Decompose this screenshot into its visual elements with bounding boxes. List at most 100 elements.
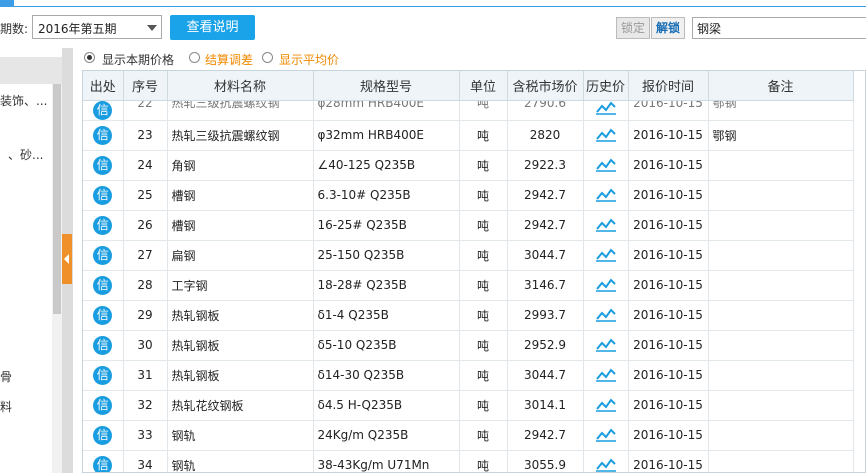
source-cell: 信 [83, 100, 124, 121]
material-name-cell: 槽钢 [167, 180, 314, 211]
info-badge-icon[interactable]: 信 [93, 100, 113, 119]
spec-cell: 16-25# Q235B [313, 210, 460, 241]
history-price-cell[interactable] [583, 180, 629, 211]
unit-cell: 吨 [459, 240, 508, 271]
show-average-label[interactable]: 显示平均价 [279, 51, 339, 68]
table-row[interactable]: 信 31 热轧钢板 δ14-30 Q235B 吨 3044.7 2016-10-15 [83, 360, 854, 391]
column-header[interactable]: 含税市场价 [507, 71, 584, 101]
table-row[interactable]: 信 25 槽钢 6.3-10# Q235B 吨 2942.7 2016-10-15 [83, 180, 854, 211]
material-name-cell: 钢轨 [167, 420, 314, 451]
table-row[interactable]: 信 30 热轧钢板 δ5-10 Q235B 吨 2952.9 2016-10-15 [83, 330, 854, 361]
tree-scrollbar-thumb[interactable] [53, 84, 61, 314]
column-header[interactable]: 报价时间 [628, 71, 709, 101]
search-input[interactable] [692, 17, 866, 39]
panel-splitter[interactable] [62, 48, 73, 473]
table-row[interactable]: 信 24 角钢 ∠40-125 Q235B 吨 2922.3 2016-10-15 [83, 150, 854, 181]
price-cell: 3044.7 [507, 360, 584, 391]
history-price-cell[interactable] [583, 390, 629, 421]
price-cell: 2952.9 [507, 330, 584, 361]
table-row[interactable]: 信 26 槽钢 16-25# Q235B 吨 2942.7 2016-10-15 [83, 210, 854, 241]
info-badge-icon[interactable]: 信 [93, 305, 113, 325]
material-name-cell: 扁钢 [167, 240, 314, 271]
quote-date-cell: 2016-10-15 [628, 270, 709, 301]
tree-item[interactable]: 料 [0, 398, 12, 415]
unlock-button[interactable]: 解锁 [651, 17, 685, 39]
table-row[interactable]: 信 33 钢轨 24Kg/m Q235B 吨 2942.7 2016-10-15 [83, 420, 854, 451]
info-badge-icon[interactable]: 信 [93, 185, 113, 205]
period-label: 期数: [0, 22, 29, 36]
table-row[interactable]: 信 28 工字钢 18-28# Q235B 吨 3146.7 2016-10-15 [83, 270, 854, 301]
table-row[interactable]: 信 23 热轧三级抗震螺纹钢 φ32mm HRB400E 吨 2820 2016-10-15… [83, 120, 854, 151]
table-row[interactable]: 信 22 热轧三级抗震螺纹钢 φ28mm HRB400E 吨 2790.6 2016-10-… [83, 100, 854, 121]
period-select[interactable]: 2016年第五期 [32, 15, 162, 39]
remark-cell [708, 450, 854, 472]
trend-chart-icon [595, 278, 616, 292]
remark-cell: 鄂钢 [708, 120, 854, 151]
source-cell: 信 [83, 240, 124, 271]
info-badge-icon[interactable]: 信 [93, 455, 113, 472]
history-price-cell[interactable] [583, 300, 629, 331]
quote-date-cell: 2016-10-15 [628, 100, 709, 121]
remark-cell [708, 180, 854, 211]
table-row[interactable]: 信 34 钢轨 38-43Kg/m U71Mn 吨 3055.9 2016-10-15 [83, 450, 854, 472]
column-header[interactable]: 历史价 [583, 71, 629, 101]
trend-chart-icon [595, 428, 616, 442]
table-row[interactable]: 信 29 热轧钢板 δ1-4 Q235B 吨 2993.7 2016-10-15 [83, 300, 854, 331]
trend-chart-icon [595, 398, 616, 412]
history-price-cell[interactable] [583, 270, 629, 301]
view-explanation-button[interactable]: 查看说明 [170, 15, 255, 40]
history-price-cell[interactable] [583, 450, 629, 472]
column-header[interactable]: 单位 [459, 71, 508, 101]
tree-scrollbar[interactable] [52, 84, 62, 473]
history-price-cell[interactable] [583, 240, 629, 271]
material-name-cell: 热轧钢板 [167, 330, 314, 361]
info-badge-icon[interactable]: 信 [93, 425, 113, 445]
show-current-label[interactable]: 显示本期价格 [102, 51, 174, 68]
history-price-cell[interactable] [583, 420, 629, 451]
unit-cell: 吨 [459, 330, 508, 361]
info-badge-icon[interactable]: 信 [93, 335, 113, 355]
tree-item[interactable]: 骨 [0, 368, 12, 385]
info-badge-icon[interactable]: 信 [93, 125, 113, 145]
sequence-cell: 22 [123, 100, 168, 121]
trend-chart-icon [595, 100, 616, 115]
remark-cell: 鄂钢 [708, 100, 854, 121]
price-table: 出处 序号 材料名称 规格型号 单位 含税市场价 历史价 报价时间 备注 信 22… [82, 70, 866, 473]
info-badge-icon[interactable]: 信 [93, 275, 113, 295]
history-price-cell[interactable] [583, 100, 629, 121]
collapse-panel-tab[interactable] [62, 234, 72, 284]
column-header[interactable]: 备注 [708, 71, 854, 101]
history-price-cell[interactable] [583, 360, 629, 391]
tree-item[interactable]: 装饰、... [0, 92, 47, 109]
info-badge-icon[interactable]: 信 [93, 395, 113, 415]
show-current-radio[interactable] [84, 52, 95, 63]
column-header[interactable]: 材料名称 [167, 71, 314, 101]
remark-cell [708, 240, 854, 271]
settle-adjust-radio[interactable] [189, 52, 200, 63]
column-header[interactable]: 出处 [83, 71, 124, 101]
table-row[interactable]: 信 32 热轧花纹钢板 δ4.5 H-Q235B 吨 3014.1 2016-10-15 [83, 390, 854, 421]
table-row[interactable]: 信 27 扁钢 25-150 Q235B 吨 3044.7 2016-10-15 [83, 240, 854, 271]
history-price-cell[interactable] [583, 150, 629, 181]
show-average-radio[interactable] [262, 52, 273, 63]
info-badge-icon[interactable]: 信 [93, 155, 113, 175]
column-header[interactable]: 规格型号 [313, 71, 460, 101]
info-badge-icon[interactable]: 信 [93, 245, 113, 265]
period-select-value: 2016年第五期 [38, 22, 117, 36]
price-cell: 2820 [507, 120, 584, 151]
info-badge-icon[interactable]: 信 [93, 215, 113, 235]
quote-date-cell: 2016-10-15 [628, 210, 709, 241]
lock-button[interactable]: 锁定 [616, 17, 650, 39]
chevron-down-icon [147, 25, 157, 31]
source-cell: 信 [83, 420, 124, 451]
history-price-cell[interactable] [583, 120, 629, 151]
column-header[interactable]: 序号 [123, 71, 168, 101]
settle-adjust-label[interactable]: 结算调差 [205, 51, 253, 68]
quote-date-cell: 2016-10-15 [628, 420, 709, 451]
history-price-cell[interactable] [583, 330, 629, 361]
info-badge-icon[interactable]: 信 [93, 365, 113, 385]
tree-item[interactable]: 、砂... [8, 146, 43, 163]
quote-date-cell: 2016-10-15 [628, 240, 709, 271]
price-cell: 2942.7 [507, 210, 584, 241]
history-price-cell[interactable] [583, 210, 629, 241]
